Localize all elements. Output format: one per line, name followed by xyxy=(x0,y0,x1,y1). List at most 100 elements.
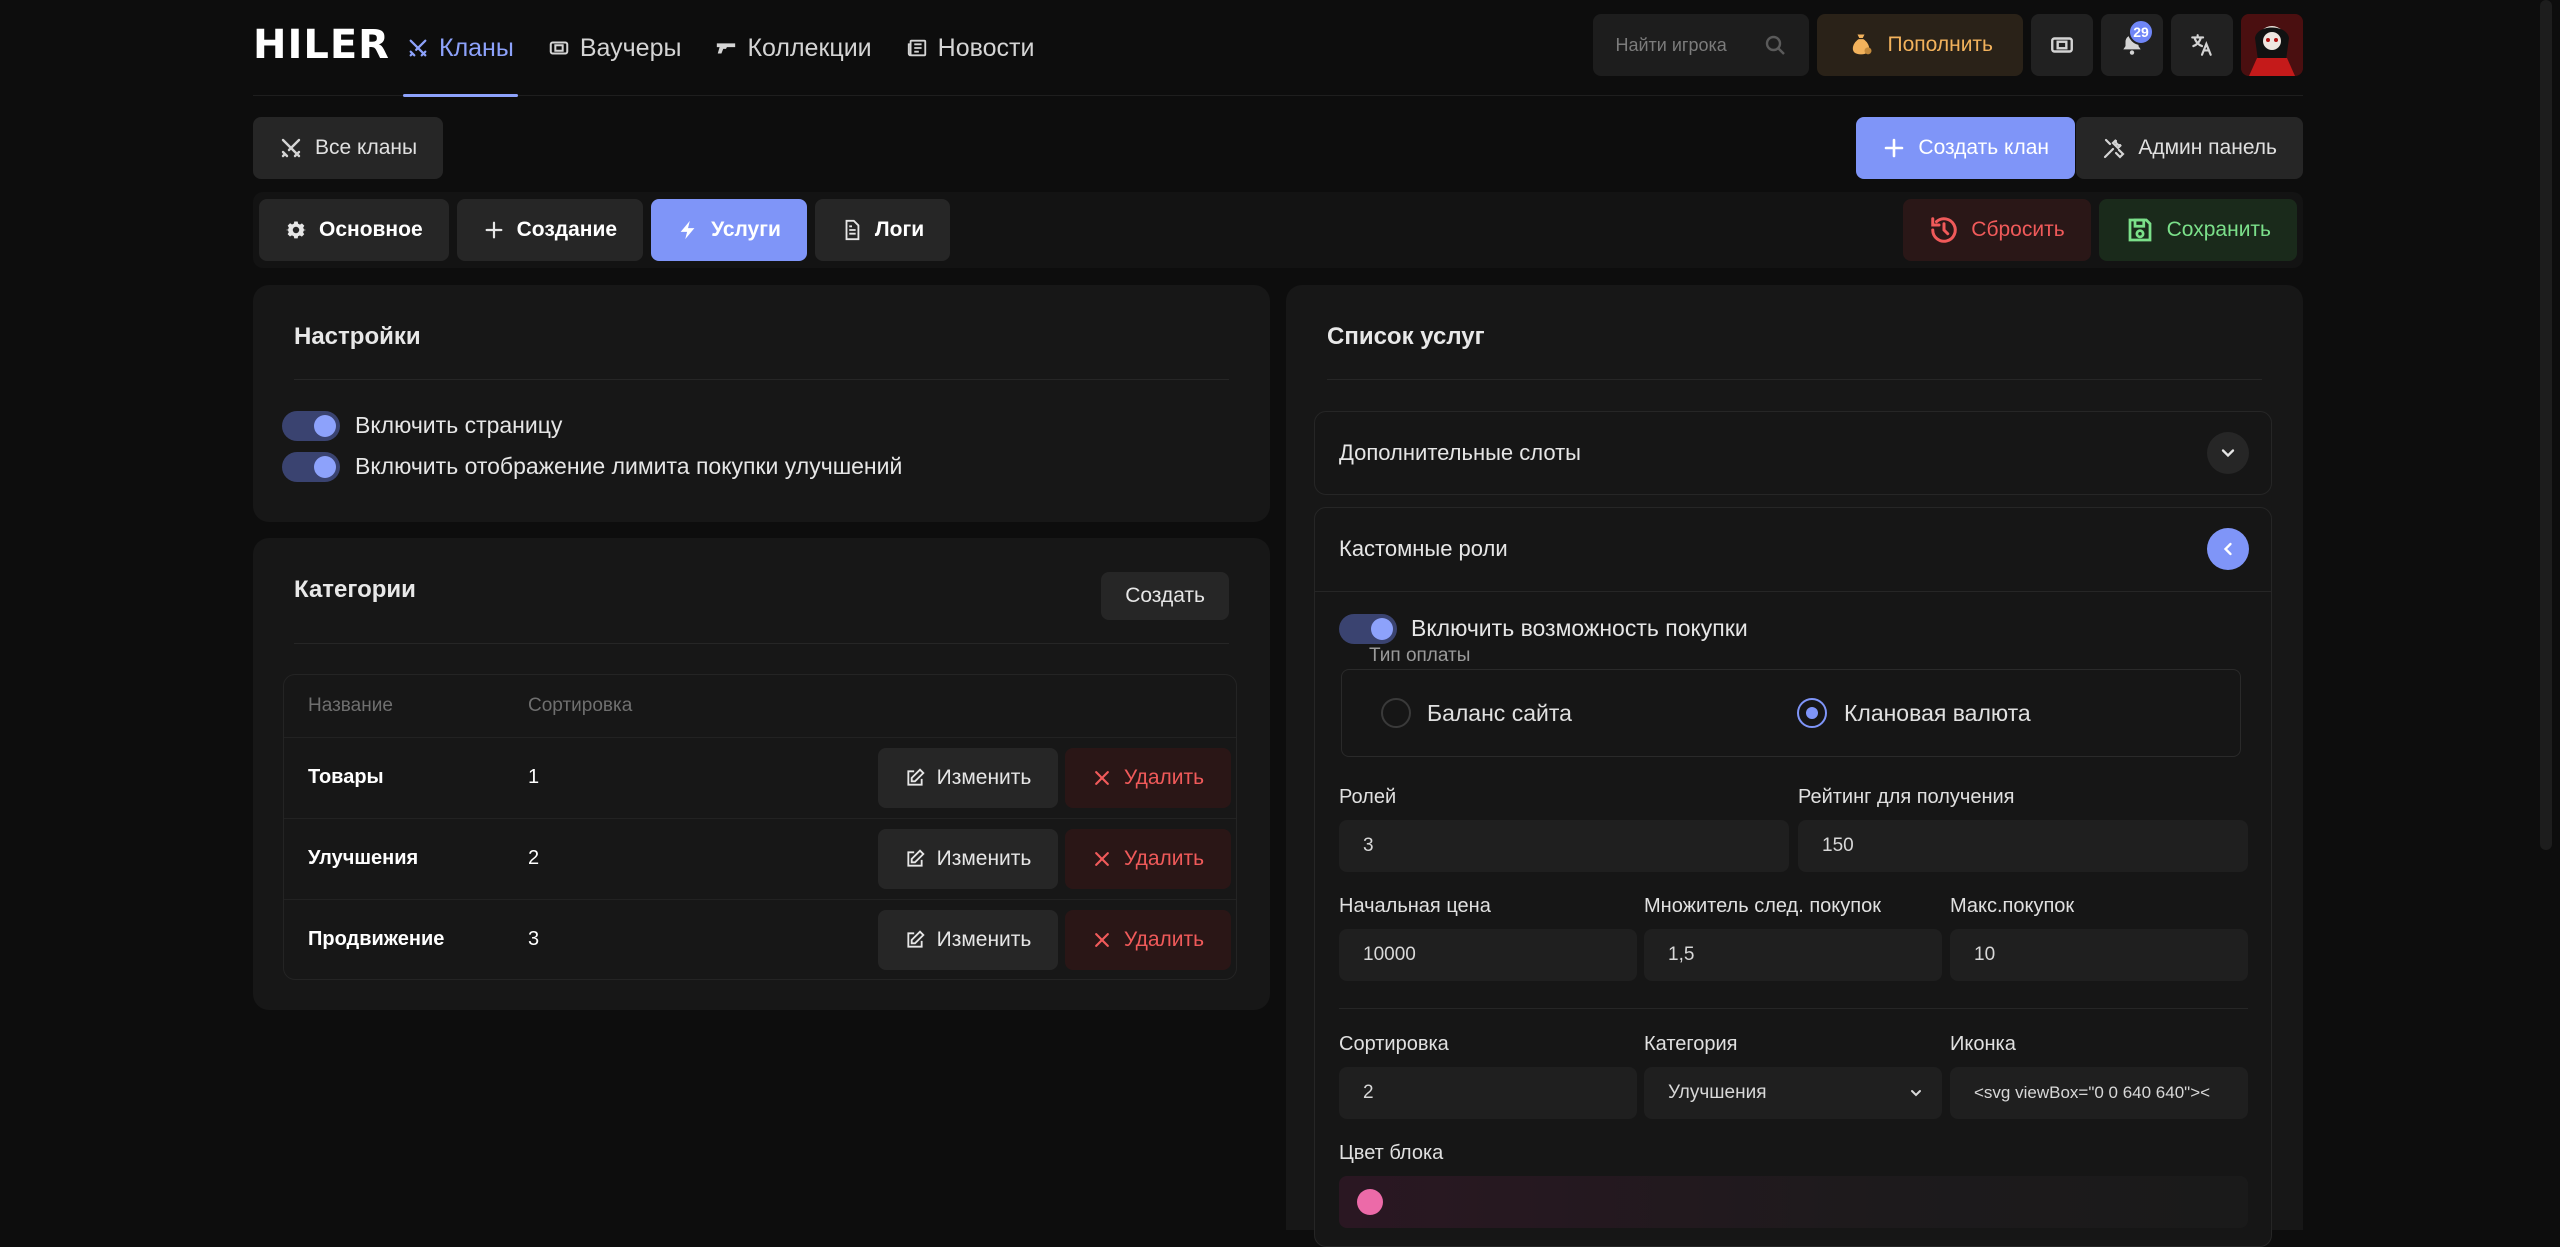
language-button[interactable] xyxy=(2171,14,2233,76)
nav-item-vouchers[interactable]: Ваучеры xyxy=(544,0,686,96)
delete-button[interactable]: Удалить xyxy=(1065,748,1231,808)
delete-label: Удалить xyxy=(1123,766,1205,789)
header-actions: Найти игрока Пополнить 29 xyxy=(1593,14,2303,76)
nav-item-clans[interactable]: Кланы xyxy=(403,0,518,97)
categories-panel: Категории Создать Название Сортировка То… xyxy=(253,538,1270,1010)
accordion-extra-slots[interactable]: Дополнительные слоты xyxy=(1314,411,2272,495)
edit-button[interactable]: Изменить xyxy=(878,910,1058,970)
roles-input[interactable]: 3 xyxy=(1339,820,1789,872)
close-icon xyxy=(1094,933,1109,947)
close-icon xyxy=(1094,771,1109,785)
field-label: Макс.покупок xyxy=(1950,895,2075,917)
action-row: Все кланы Создать клан Админ панель xyxy=(253,96,2303,192)
edit-label: Изменить xyxy=(936,766,1032,789)
tab-logs[interactable]: Логи xyxy=(814,199,951,261)
table-row: Продвижение 3 Изменить Удалить xyxy=(284,899,1236,979)
avatar-image xyxy=(2241,14,2303,76)
color-swatch[interactable] xyxy=(1357,1189,1383,1215)
tabs-actions: Сбросить Сохранить xyxy=(1903,199,2297,261)
all-clans-button[interactable]: Все кланы xyxy=(253,117,444,179)
field-label: Ролей xyxy=(1339,786,1397,808)
money-bag-icon xyxy=(1853,34,1872,55)
newspaper-icon xyxy=(907,39,926,57)
field-label: Рейтинг для получения xyxy=(1798,786,2015,808)
sort-input[interactable]: 2 xyxy=(1339,1067,1637,1119)
topup-button[interactable]: Пополнить xyxy=(1817,14,2023,76)
toggle-label: Включить страницу xyxy=(355,412,563,438)
toggle-upgrade-limit[interactable] xyxy=(282,452,340,482)
delete-button[interactable]: Удалить xyxy=(1065,829,1231,889)
tab-services[interactable]: Услуги xyxy=(651,199,807,261)
category-name: Продвижение xyxy=(308,928,445,950)
field-label: Иконка xyxy=(1950,1033,2016,1055)
bolt-icon xyxy=(680,220,695,240)
ticket-icon xyxy=(2051,37,2073,53)
create-clan-button[interactable]: Создать клан xyxy=(1856,117,2075,179)
services-title: Список услуг xyxy=(1327,323,1485,350)
document-icon xyxy=(845,219,860,241)
save-label: Сохранить xyxy=(2166,218,2271,241)
admin-panel-button[interactable]: Админ панель xyxy=(2076,117,2303,179)
edit-icon xyxy=(907,930,925,948)
max-purchases-input[interactable]: 10 xyxy=(1950,929,2248,981)
categories-table: Название Сортировка Товары 1 Изменить Уд… xyxy=(283,674,1237,980)
radio-label: Клановая валюта xyxy=(1844,700,2031,726)
edit-label: Изменить xyxy=(936,928,1032,951)
settings-panel: Настройки Включить страницу Включить ото… xyxy=(253,285,1270,522)
nav-item-collections[interactable]: Коллекции xyxy=(711,0,875,96)
floppy-icon xyxy=(2128,218,2152,242)
translate-icon xyxy=(2191,34,2212,56)
page-scrollbar[interactable] xyxy=(2540,0,2552,850)
accordion-title: Кастомные роли xyxy=(1339,536,1508,561)
edit-icon xyxy=(907,849,925,867)
edit-button[interactable]: Изменить xyxy=(878,829,1058,889)
category-select-value: Улучшения xyxy=(1668,1082,1767,1103)
toggle-enable-page[interactable] xyxy=(282,411,340,441)
nav-label: Кланы xyxy=(439,33,514,62)
toggle-enable-purchase[interactable] xyxy=(1339,614,1397,644)
multiplier-input[interactable]: 1,5 xyxy=(1644,929,1942,981)
history-icon xyxy=(1931,217,1958,243)
vouchers-button[interactable] xyxy=(2031,14,2093,76)
toggle-label: Включить возможность покупки xyxy=(1411,615,1748,641)
delete-button[interactable]: Удалить xyxy=(1065,910,1231,970)
radio-clan-currency[interactable] xyxy=(1797,698,1827,728)
tab-label: Услуги xyxy=(711,218,781,241)
logo[interactable]: HILER xyxy=(253,22,390,68)
reset-button[interactable]: Сбросить xyxy=(1903,199,2091,261)
search-icon xyxy=(1766,35,1786,55)
rating-input[interactable]: 150 xyxy=(1798,820,2248,872)
tab-main[interactable]: Основное xyxy=(259,199,449,261)
avatar[interactable] xyxy=(2241,14,2303,76)
categories-title: Категории xyxy=(294,576,416,603)
nav-label: Новости xyxy=(937,33,1035,62)
nav-item-news[interactable]: Новости xyxy=(902,0,1039,96)
color-picker[interactable] xyxy=(1339,1176,2248,1228)
field-label: Сортировка xyxy=(1339,1033,1449,1055)
save-button[interactable]: Сохранить xyxy=(2098,199,2297,261)
plus-icon xyxy=(485,221,503,239)
swords-icon xyxy=(409,39,427,57)
chevron-left-icon[interactable] xyxy=(2207,528,2249,570)
payment-type-legend: Тип оплаты xyxy=(1363,645,1477,667)
create-category-button[interactable]: Создать xyxy=(1101,572,1229,620)
radio-site-balance[interactable] xyxy=(1381,698,1411,728)
accordion-custom-roles: Кастомные роли Включить возможность поку… xyxy=(1314,507,2272,1247)
category-name: Улучшения xyxy=(308,847,419,869)
main-nav: Кланы Ваучеры Коллекции Новости xyxy=(403,0,1064,97)
field-label: Множитель след. покупок xyxy=(1644,895,1881,917)
accordion-title: Дополнительные слоты xyxy=(1339,440,1581,465)
page: HILER Кланы Ваучеры Коллекции Новости На… xyxy=(253,0,2303,1247)
chevron-down-icon[interactable] xyxy=(2207,432,2249,474)
icon-input[interactable]: <svg viewBox="0 0 640 640">< xyxy=(1950,1067,2248,1119)
category-select[interactable]: Улучшения xyxy=(1644,1067,1942,1119)
tabs: Основное Создание Услуги Логи xyxy=(259,199,951,261)
edit-button[interactable]: Изменить xyxy=(878,748,1058,808)
category-sort: 3 xyxy=(528,928,540,950)
edit-label: Изменить xyxy=(936,847,1032,870)
gun-icon xyxy=(717,43,736,54)
start-price-input[interactable]: 10000 xyxy=(1339,929,1637,981)
tab-create[interactable]: Создание xyxy=(456,199,644,261)
notifications-button[interactable]: 29 xyxy=(2101,14,2163,76)
search-input[interactable]: Найти игрока xyxy=(1593,14,1810,76)
